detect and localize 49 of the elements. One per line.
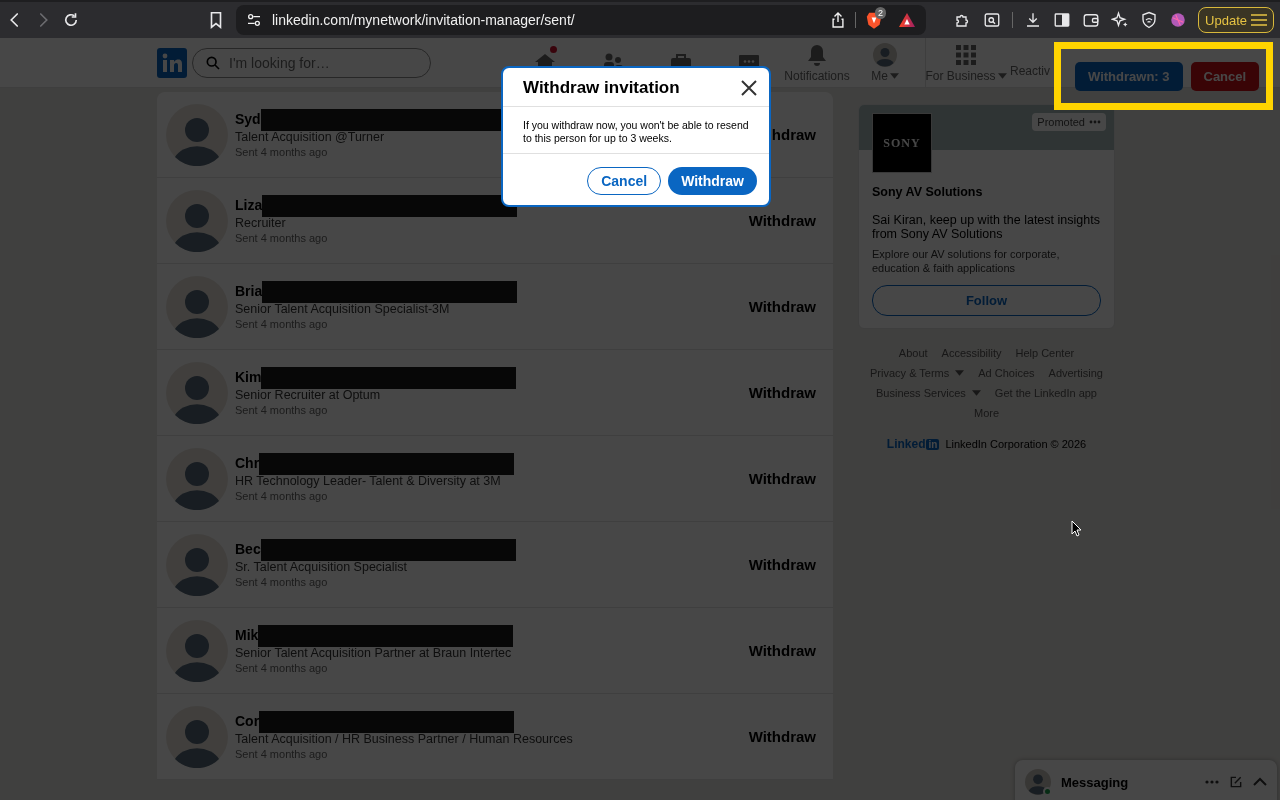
copyright-text: LinkedIn Corporation © 2026 xyxy=(945,438,1087,450)
url-text: linkedin.com/mynetwork/invitation-manager/sent/ xyxy=(272,12,576,28)
sparkle-icon[interactable] xyxy=(1111,11,1130,29)
site-settings-icon[interactable] xyxy=(246,12,262,28)
person-name[interactable]: Cor xyxy=(235,714,260,729)
withdraw-button[interactable]: Withdraw xyxy=(748,298,816,315)
headline-text: Senior Talent Acquisition Partner at Braun Intertec xyxy=(235,645,512,661)
withdraw-button[interactable]: Withdraw xyxy=(668,167,757,195)
withdraw-button[interactable]: hdraw xyxy=(771,126,816,143)
withdraw-button[interactable]: Withdraw xyxy=(748,728,816,745)
withdraw-button[interactable]: Withdraw xyxy=(748,556,816,573)
withdraw-button[interactable]: Withdraw xyxy=(748,212,816,229)
share-icon[interactable] xyxy=(831,11,845,29)
person-name[interactable]: Syd xyxy=(235,112,261,127)
find-icon[interactable] xyxy=(983,11,1002,29)
close-icon[interactable] xyxy=(741,80,757,96)
headline-text: Recruiter xyxy=(235,215,286,231)
update-button[interactable]: Update xyxy=(1198,7,1274,33)
shields-count: 2 xyxy=(875,7,886,19)
sidebar-icon[interactable] xyxy=(1053,11,1072,29)
address-bar[interactable]: linkedin.com/mynetwork/invitation-manager/sent/ 2 xyxy=(236,5,926,35)
profile-icon[interactable] xyxy=(1169,11,1188,29)
headline-text: Senior Talent Acquisition Specialist-3M xyxy=(235,301,450,317)
cancel-button[interactable]: Cancel xyxy=(587,167,662,195)
person-name[interactable]: Bria xyxy=(235,284,263,299)
headline-text: Talent Acquisition / HR Business Partner / Human Resources xyxy=(235,731,573,747)
triangle-icon[interactable] xyxy=(898,12,916,28)
headline-text: Sr. Talent Acquisition Specialist xyxy=(235,559,408,575)
headline-text: Talent Acquisition @Turner xyxy=(235,129,385,145)
person-name[interactable]: Chr xyxy=(235,456,260,471)
withdraw-button[interactable]: Withdraw xyxy=(748,642,816,659)
dialog-message: If you withdraw now, you won't be able to resend to this person for up to 3 weeks. xyxy=(503,107,769,154)
ad-headline: Sai Kiran, keep up with the latest insights from Sony AV Solutions xyxy=(872,213,1101,241)
bookmark-icon[interactable] xyxy=(208,11,224,29)
withdraw-button[interactable]: Withdraw xyxy=(748,470,816,487)
menu-icon xyxy=(1251,14,1267,26)
reload-icon[interactable] xyxy=(62,11,80,29)
person-name[interactable]: Kim xyxy=(235,370,262,385)
headline-text: Senior Recruiter at Optum xyxy=(235,387,381,403)
headline-text: HR Technology Leader- Talent & Diversity at 3M xyxy=(235,473,501,489)
person-name[interactable]: Liza xyxy=(235,198,263,213)
person-name[interactable]: Mik xyxy=(235,628,259,643)
withdraw-button[interactable]: Withdraw xyxy=(748,384,816,401)
shields-button[interactable]: 2 xyxy=(866,11,882,29)
wallet-icon[interactable] xyxy=(1082,11,1101,29)
cursor-icon xyxy=(1071,520,1082,537)
person-name[interactable]: Bec xyxy=(235,542,261,557)
shield-icon[interactable] xyxy=(1140,11,1159,29)
dialog-title: Withdraw invitation xyxy=(523,78,680,98)
